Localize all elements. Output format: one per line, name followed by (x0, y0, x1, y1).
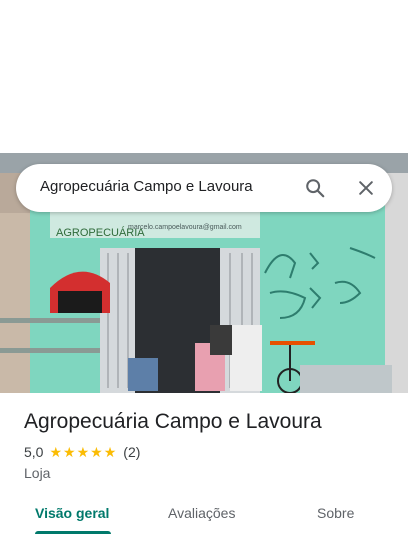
review-count: (2) (123, 444, 141, 460)
search-input[interactable]: Agropecuária Campo e Lavoura (40, 178, 253, 195)
star-icon: ★ (76, 444, 90, 460)
search-bar[interactable]: Agropecuária Campo e Lavoura (16, 164, 392, 212)
rating-row[interactable]: 5,0 ★ ★ ★ ★ ★ (2) (24, 444, 140, 460)
place-title: Agropecuária Campo e Lavoura (24, 410, 322, 433)
star-icon: ★ (103, 444, 117, 460)
active-tab-indicator (35, 531, 111, 534)
tab-reviews[interactable]: Avaliações (168, 505, 235, 521)
rating-value: 5,0 (24, 444, 44, 460)
close-icon[interactable] (352, 174, 380, 202)
star-icon: ★ (63, 444, 76, 460)
sign-email: marcelo.campoelavoura@gmail.com (128, 224, 242, 231)
tab-overview[interactable]: Visão geral (35, 505, 109, 521)
tab-about[interactable]: Sobre (317, 505, 354, 521)
search-icon[interactable] (301, 174, 329, 202)
star-icon: ★ (90, 444, 103, 460)
star-icon: ★ (49, 444, 63, 460)
tab-bar: Visão geral Avaliações Sobre (0, 495, 408, 535)
rating-stars: ★ ★ ★ ★ ★ (49, 445, 117, 459)
place-category: Loja (24, 465, 51, 481)
